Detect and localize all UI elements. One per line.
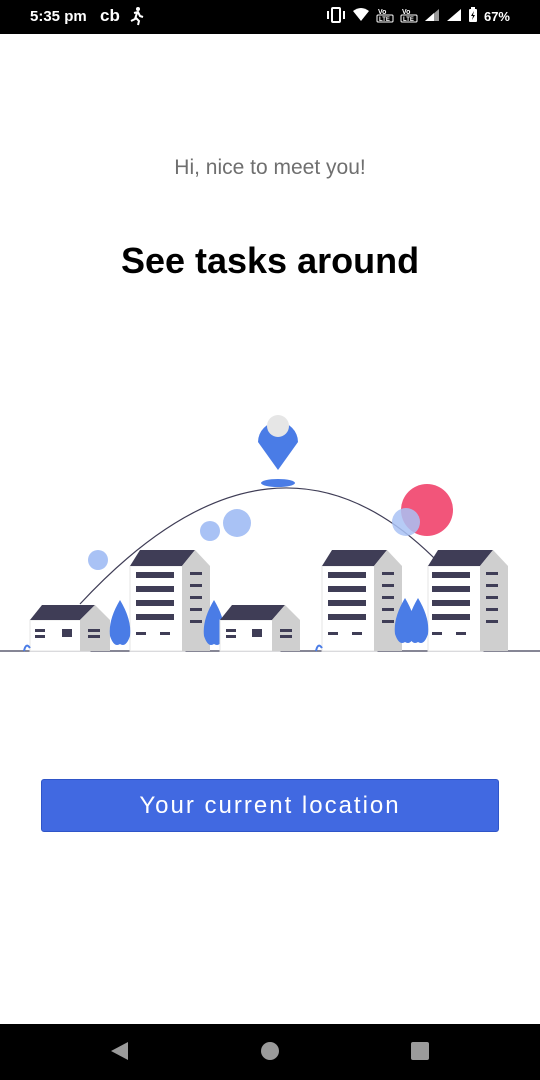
svg-text:LTE: LTE xyxy=(403,17,414,23)
battery-percent: 67% xyxy=(483,9,510,24)
recents-icon[interactable] xyxy=(409,1040,431,1067)
greeting-text: Hi, nice to meet you! xyxy=(174,156,366,179)
status-time: 5:35 pm xyxy=(30,8,87,25)
vibrate-icon xyxy=(326,7,346,26)
back-icon[interactable] xyxy=(108,1040,130,1067)
running-icon xyxy=(128,6,144,31)
page-title: See tasks around xyxy=(120,240,420,281)
svg-text:Vo: Vo xyxy=(378,9,386,16)
status-bar: 5:35 pm cb Vo LTE Vo LTE 67% xyxy=(0,0,540,34)
app-badge: cb xyxy=(100,6,120,25)
navigation-bar xyxy=(0,1024,540,1080)
wifi-icon xyxy=(352,8,370,25)
svg-text:Vo: Vo xyxy=(402,9,410,16)
current-location-button[interactable]: Your current location xyxy=(41,779,499,832)
volte2-icon: Vo LTE xyxy=(400,7,418,26)
main-content: Hi, nice to meet you! See tasks around Y… xyxy=(0,34,540,1024)
signal1-icon xyxy=(424,8,440,25)
volte1-icon: Vo LTE xyxy=(376,7,394,26)
home-icon[interactable] xyxy=(259,1040,281,1067)
battery-charging-icon xyxy=(468,7,478,26)
location-pin-city-icon xyxy=(0,415,540,652)
status-icons: Vo LTE Vo LTE 67% xyxy=(326,7,510,26)
svg-text:LTE: LTE xyxy=(379,17,390,23)
signal2-icon xyxy=(446,8,462,25)
